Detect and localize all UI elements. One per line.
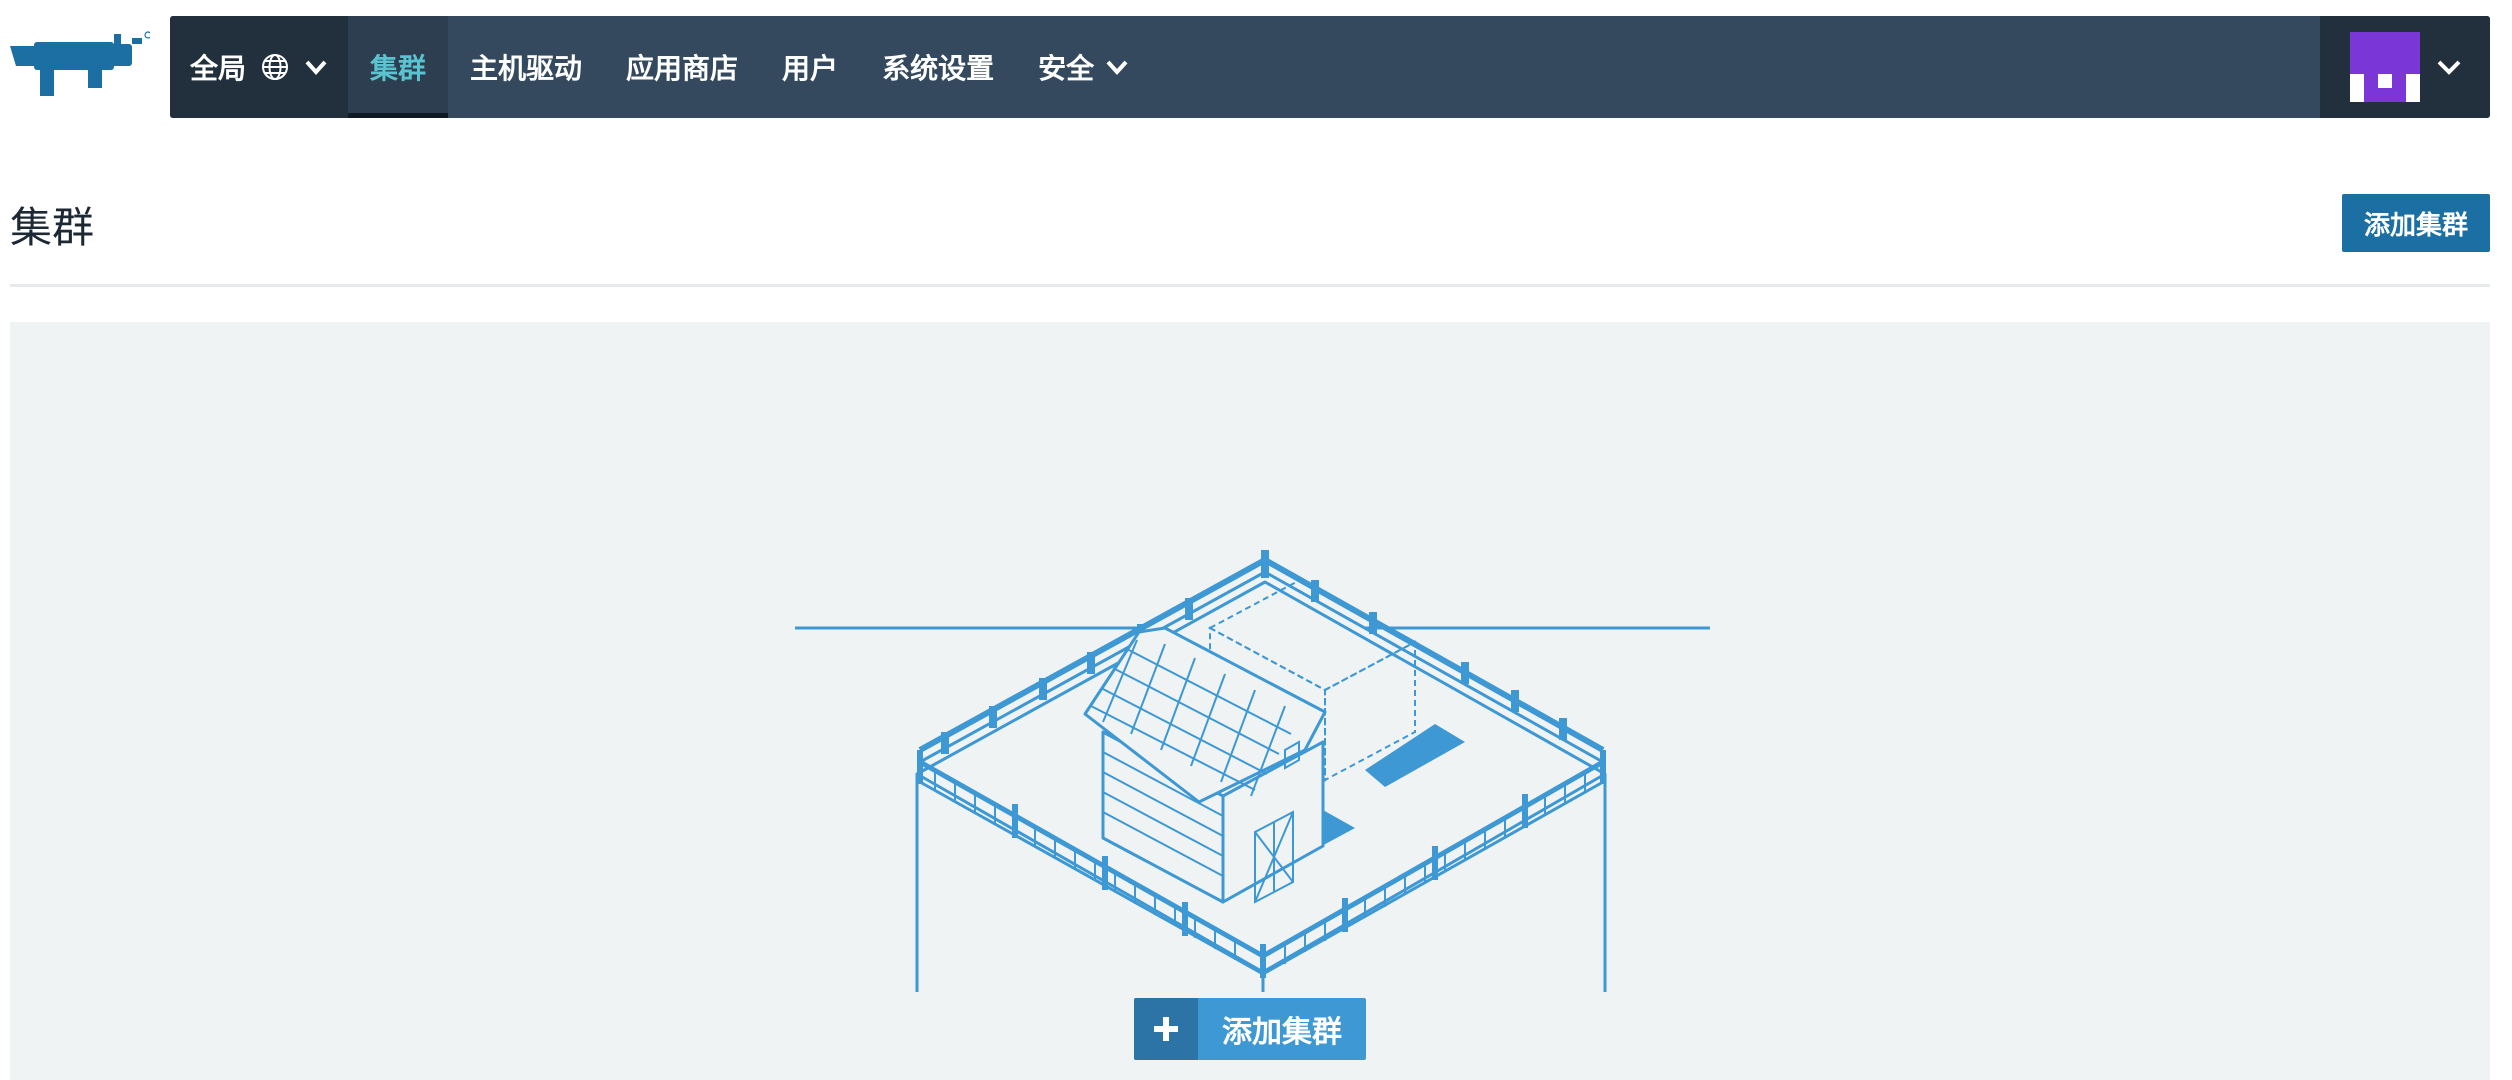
empty-state-add-cluster-button[interactable]: 添加集群 — [1134, 998, 1366, 1060]
chevron-down-icon — [1106, 60, 1128, 75]
rancher-logo-icon[interactable] — [10, 30, 150, 102]
scope-label: 全局 — [190, 52, 247, 85]
page-title: 集群 — [10, 203, 95, 252]
globe-icon — [262, 54, 289, 80]
main-nav: 集群 主机驱动 应用商店 用户 系统设置 安全 — [348, 16, 1152, 118]
chevron-down-icon — [305, 60, 327, 75]
scope-switcher[interactable]: 全局 — [170, 16, 348, 118]
nav-item-catalogs[interactable]: 应用商店 — [604, 16, 760, 118]
page: 全局 集群 主机驱动 应用商店 用户 系统设置 安全 集群 添加集群 添加集群 — [0, 0, 2512, 1080]
user-avatar-icon — [2350, 32, 2420, 102]
header-divider — [10, 284, 2490, 287]
plus-icon — [1134, 998, 1198, 1060]
nav-item-label: 用户 — [782, 52, 839, 85]
empty-state-panel: 添加集群 — [10, 322, 2490, 1080]
nav-item-label: 应用商店 — [626, 52, 739, 85]
nav-item-node-drivers[interactable]: 主机驱动 — [448, 16, 604, 118]
farm-barn-illustration-icon — [795, 550, 1710, 992]
nav-item-security[interactable]: 安全 — [1016, 16, 1152, 118]
add-cluster-button[interactable]: 添加集群 — [2342, 194, 2490, 252]
top-navbar: 全局 集群 主机驱动 应用商店 用户 系统设置 安全 — [170, 16, 2490, 118]
nav-item-settings[interactable]: 系统设置 — [860, 16, 1016, 118]
nav-item-label: 主机驱动 — [470, 52, 583, 85]
user-menu[interactable] — [2320, 16, 2490, 118]
nav-item-label: 系统设置 — [882, 52, 995, 85]
nav-item-users[interactable]: 用户 — [760, 16, 860, 118]
nav-item-clusters[interactable]: 集群 — [348, 16, 449, 118]
nav-item-label: 集群 — [370, 52, 427, 85]
nav-item-label: 安全 — [1038, 52, 1095, 85]
add-cluster-label: 添加集群 — [1222, 1015, 1342, 1050]
chevron-down-icon — [2437, 60, 2461, 75]
